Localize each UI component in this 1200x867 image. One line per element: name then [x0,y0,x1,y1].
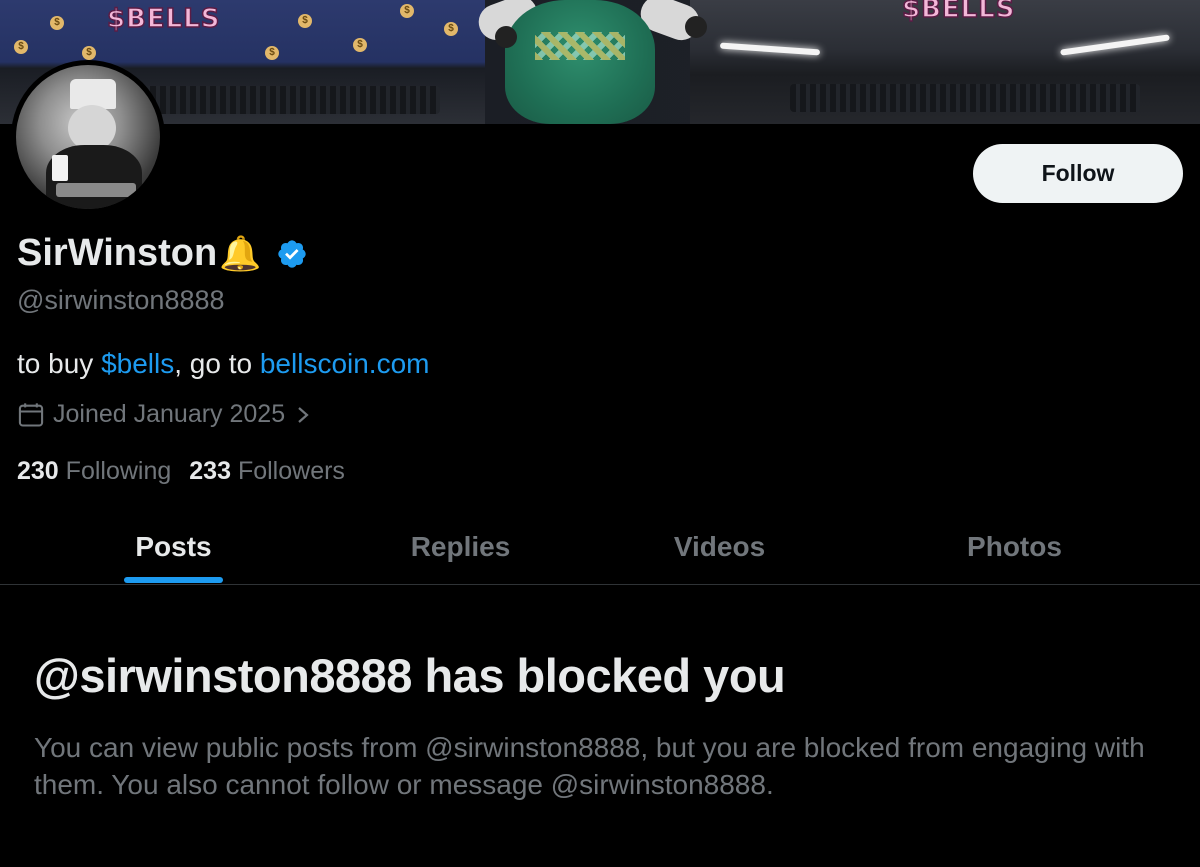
bio-text: , go to [174,348,260,379]
display-name-row: SirWinston 🔔 [17,232,308,275]
mascot-figure [505,0,655,124]
following-label: Following [65,457,172,485]
profile-bio: to buy $bells, go to bellscoin.com [17,348,430,380]
follow-button[interactable]: Follow [973,144,1183,203]
verified-badge-icon[interactable] [276,238,308,270]
profile-tabs: Posts Replies Videos Photos [0,510,1200,585]
money-bag-icon: $ [14,40,28,54]
truck-grille [790,84,1140,112]
money-bag-icon: $ [298,14,312,28]
blocked-title: @sirwinston8888 has blocked you [34,649,786,702]
sweater-pattern [535,32,625,60]
avatar[interactable] [11,60,165,214]
money-bag-icon: $ [444,22,458,36]
money-bag-icon: $ [82,46,96,60]
calendar-icon [18,402,44,427]
blocked-message: You can view public posts from @sirwinst… [34,732,1145,800]
following-link[interactable]: 230 Following [17,457,171,485]
followers-label: Followers [237,457,345,485]
bio-cashtag-link[interactable]: $bells [101,348,174,379]
bio-website-link[interactable]: bellscoin.com [260,348,430,379]
display-name: SirWinston [17,232,218,274]
profile-handle: @sirwinston8888 [17,285,225,315]
money-bag-icon: $ [353,38,367,52]
tab-posts[interactable]: Posts [74,510,273,584]
profile-banner[interactable]: $BELLS $BELLS $ $ $ $ $ $ $ $ [0,0,1200,124]
mascot-hand [495,26,517,48]
follow-stats: 230 Following 233 Followers [17,457,345,486]
tab-photos[interactable]: Photos [915,510,1114,584]
bell-emoji: 🔔 [219,234,262,273]
followers-count: 233 [189,457,231,485]
joined-date-row[interactable]: Joined January 2025 [17,400,311,429]
joined-date: Joined January 2025 [53,400,286,428]
money-bag-icon: $ [50,16,64,30]
following-count: 230 [17,457,59,485]
active-tab-indicator [124,577,223,583]
followers-link[interactable]: 233 Followers [189,457,345,485]
tab-videos[interactable]: Videos [620,510,819,584]
banner-logo-left: $BELLS [106,3,221,35]
avatar-tray [56,183,136,197]
avatar-cup [52,155,68,181]
money-bag-icon: $ [265,46,279,60]
money-bag-icon: $ [400,4,414,18]
mascot-hand [685,16,707,38]
chevron-right-icon [298,406,309,423]
avatar-image [16,65,160,209]
tab-replies[interactable]: Replies [361,510,560,584]
bio-text: to buy [17,348,102,379]
banner-logo-right: $BELLS [901,0,1016,25]
